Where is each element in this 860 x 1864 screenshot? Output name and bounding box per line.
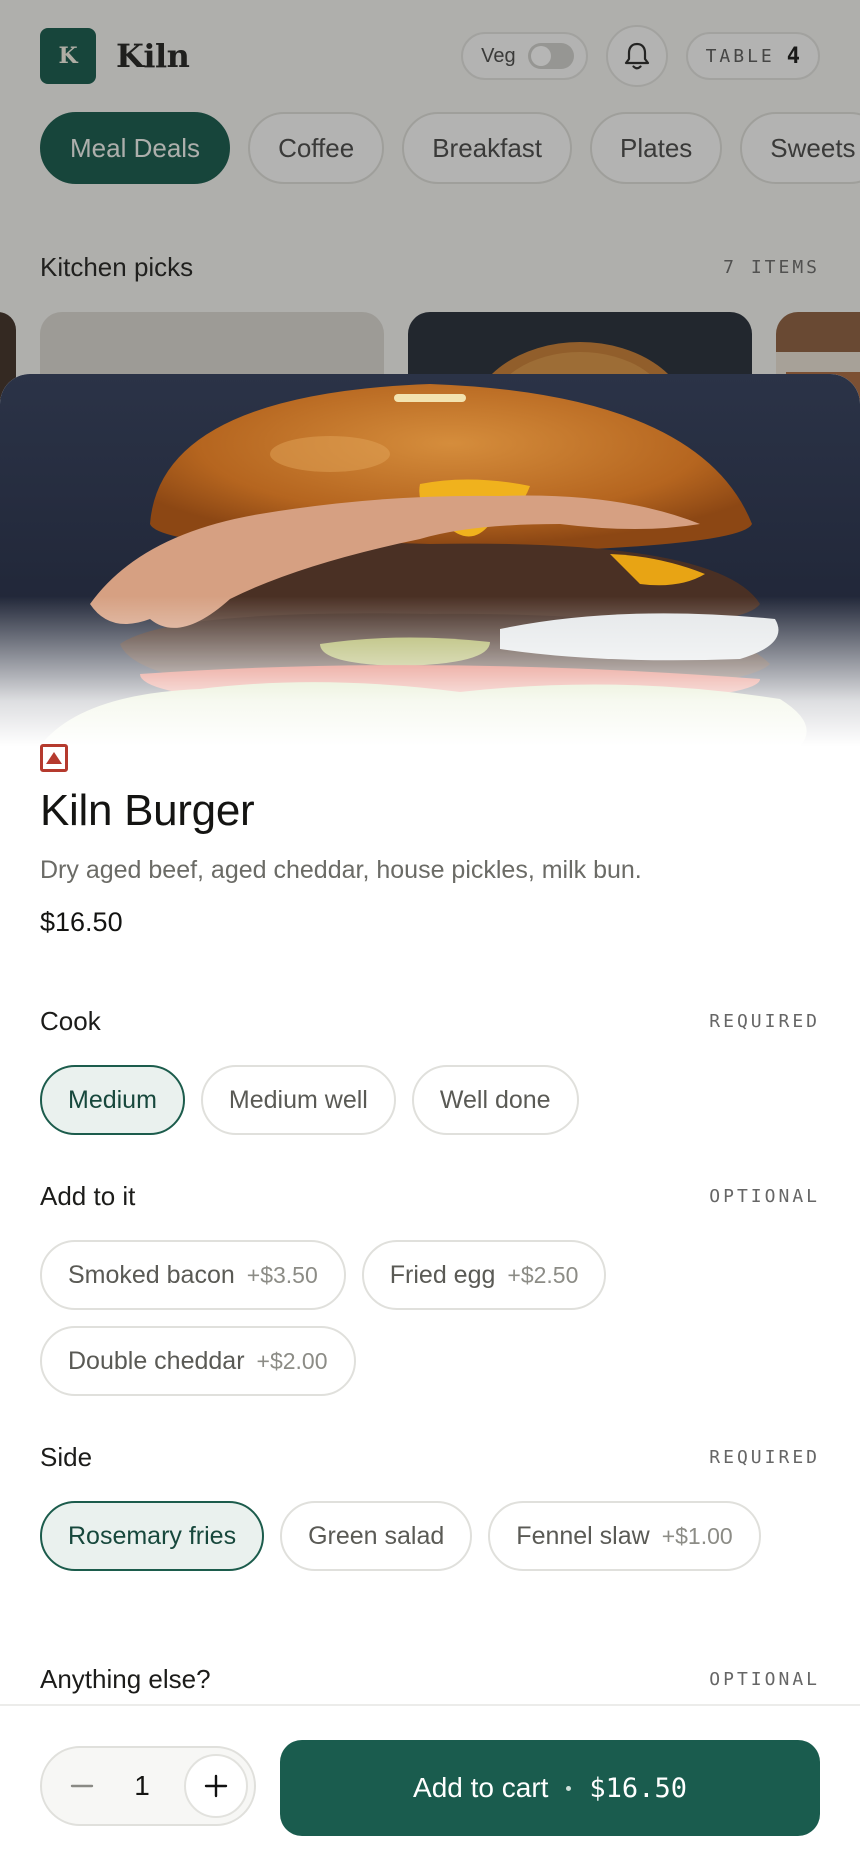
- quantity-value: 1: [134, 1770, 150, 1801]
- cart-footer: 1 Add to cart $16.50: [0, 1704, 860, 1864]
- cook-medium-well-chip[interactable]: Medium well: [200, 1065, 396, 1135]
- option-title: Anything else?: [40, 1664, 211, 1694]
- cook-well-done-chip[interactable]: Well done: [411, 1065, 579, 1135]
- chip-label: Smoked bacon: [68, 1260, 235, 1289]
- chip-price: +$3.50: [246, 1261, 318, 1288]
- item-details: Kiln Burger Dry aged beef, aged cheddar,…: [40, 744, 820, 1571]
- item-description: Dry aged beef, aged cheddar, house pickl…: [40, 856, 642, 884]
- chip-label: Green salad: [308, 1521, 445, 1550]
- chip-label: Fried egg: [389, 1260, 496, 1289]
- addon-double-cheddar-chip[interactable]: Double cheddar +$2.00: [40, 1326, 356, 1396]
- required-tag: REQUIRED: [709, 1011, 820, 1032]
- chip-label: Fennel slaw: [516, 1521, 650, 1550]
- side-rosemary-fries-chip[interactable]: Rosemary fries: [40, 1501, 265, 1571]
- sheet-drag-handle[interactable]: [394, 394, 466, 402]
- notes-options: Anything else? OPTIONAL: [40, 1664, 820, 1695]
- chip-label: Medium: [68, 1085, 157, 1114]
- chip-price: +$2.00: [256, 1347, 328, 1374]
- item-hero-image: [0, 374, 860, 746]
- addon-fried-egg-chip[interactable]: Fried egg +$2.50: [361, 1240, 607, 1310]
- side-options: Side REQUIRED Rosemary fries Green salad…: [40, 1442, 820, 1571]
- optional-tag: OPTIONAL: [709, 1186, 820, 1207]
- optional-tag: OPTIONAL: [709, 1669, 820, 1690]
- separator-dot: [566, 1785, 572, 1791]
- chip-label: Rosemary fries: [68, 1521, 237, 1550]
- chip-label: Medium well: [228, 1085, 368, 1114]
- addon-smoked-bacon-chip[interactable]: Smoked bacon +$3.50: [40, 1240, 346, 1310]
- chip-label: Well done: [439, 1085, 551, 1114]
- add-to-cart-button[interactable]: Add to cart $16.50: [280, 1740, 820, 1836]
- side-fennel-slaw-chip[interactable]: Fennel slaw +$1.00: [488, 1501, 761, 1571]
- option-title: Cook: [40, 1006, 101, 1036]
- side-green-salad-chip[interactable]: Green salad: [280, 1501, 473, 1571]
- cook-options: Cook REQUIRED Medium Medium well Well do…: [40, 1006, 820, 1135]
- option-title: Add to it: [40, 1181, 136, 1211]
- quantity-stepper: 1: [40, 1746, 256, 1826]
- item-title: Kiln Burger: [40, 786, 255, 835]
- increase-button[interactable]: [183, 1754, 248, 1818]
- chip-price: +$1.00: [661, 1522, 733, 1549]
- add-to-cart-price: $16.50: [589, 1772, 687, 1804]
- chip-label: Double cheddar: [68, 1346, 245, 1375]
- cook-medium-chip[interactable]: Medium: [40, 1065, 185, 1135]
- add-to-cart-label: Add to cart: [413, 1772, 549, 1803]
- item-detail-sheet: Kiln Burger Dry aged beef, aged cheddar,…: [0, 374, 860, 1864]
- minus-icon: [70, 1784, 94, 1788]
- item-price: $16.50: [40, 907, 123, 937]
- non-veg-icon: [40, 744, 68, 772]
- option-title: Side: [40, 1442, 93, 1472]
- chip-price: +$2.50: [507, 1261, 579, 1288]
- decrease-button[interactable]: [64, 1768, 100, 1804]
- addon-options: Add to it OPTIONAL Smoked bacon +$3.50 F…: [40, 1181, 820, 1396]
- plus-icon: [204, 1774, 228, 1798]
- hero-fade: [0, 596, 860, 746]
- required-tag: REQUIRED: [709, 1447, 820, 1468]
